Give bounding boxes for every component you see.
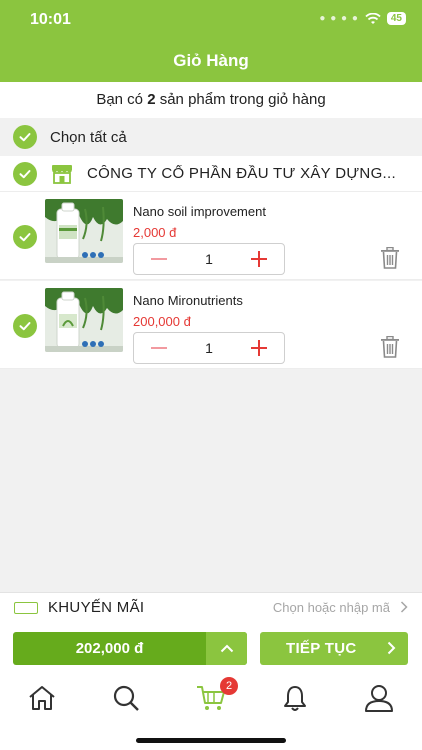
checkmark-icon (19, 169, 31, 178)
checkmark-icon (19, 233, 31, 242)
home-icon (29, 686, 55, 710)
item-name[interactable]: Nano soil improvement (133, 204, 266, 219)
promo-code-link[interactable]: Chọn hoặc nhập mã (273, 600, 390, 615)
status-bar: 10:01 ● ● ● ● 45 (0, 0, 422, 44)
minus-icon (151, 347, 167, 349)
cart-count-number: 2 (147, 91, 156, 108)
shop-header: CÔNG TY CỔ PHẦN ĐẦU TƯ XÂY DỰNG... (0, 156, 422, 192)
select-all-label: Chọn tất cả (50, 128, 127, 146)
signal-icon: ● ● ● ● (319, 13, 359, 24)
home-indicator (136, 738, 286, 743)
decrease-quantity-button[interactable] (134, 333, 184, 363)
select-all-checkbox[interactable] (13, 125, 37, 149)
checkout-bar: 202,000 đ TIẾP TỤC (0, 622, 422, 672)
quantity-value[interactable]: 1 (184, 340, 234, 356)
quantity-value[interactable]: 1 (184, 251, 234, 267)
cart-item: Nano soil improvement 2,000 đ 1 (0, 192, 422, 280)
product-image[interactable] (45, 199, 123, 263)
item-checkbox[interactable] (13, 225, 37, 249)
shop-name[interactable]: CÔNG TY CỔ PHẦN ĐẦU TƯ XÂY DỰNG... (87, 165, 403, 182)
trash-icon[interactable] (380, 247, 400, 269)
tab-notifications[interactable] (275, 682, 315, 714)
item-checkbox[interactable] (13, 314, 37, 338)
chevron-right-icon (400, 600, 408, 616)
promo-row[interactable]: KHUYẾN MÃI Chọn hoặc nhập mã (0, 592, 422, 622)
select-all-row[interactable]: Chọn tất cả (0, 118, 422, 156)
chevron-right-icon (387, 641, 396, 655)
voucher-icon (14, 601, 38, 614)
status-time: 10:01 (30, 11, 71, 28)
quantity-stepper: 1 (133, 243, 285, 275)
increase-quantity-button[interactable] (234, 333, 284, 363)
minus-icon (151, 258, 167, 260)
total-button[interactable]: 202,000 đ (13, 632, 247, 665)
cart-count-banner: Bạn có 2 sản phẩm trong giỏ hàng (0, 82, 422, 118)
bell-icon (284, 686, 306, 711)
product-image[interactable] (45, 288, 123, 352)
quantity-stepper: 1 (133, 332, 285, 364)
status-icons: ● ● ● ● 45 (319, 12, 406, 25)
tab-search[interactable] (106, 682, 146, 714)
checkmark-icon (19, 322, 31, 331)
promo-label: KHUYẾN MÃI (48, 599, 145, 616)
wifi-icon (365, 12, 381, 24)
continue-label: TIẾP TỤC (286, 640, 357, 657)
cart-count-prefix: Bạn có (96, 91, 144, 108)
cart-count-suffix: sản phẩm trong giỏ hàng (159, 91, 326, 108)
decrease-quantity-button[interactable] (134, 244, 184, 274)
item-name[interactable]: Nano Mironutrients (133, 293, 243, 308)
nav-bar: Giỏ Hàng (0, 44, 422, 82)
total-details-toggle[interactable] (206, 632, 247, 665)
search-icon (113, 685, 139, 711)
item-price: 200,000 đ (133, 314, 191, 329)
total-amount: 202,000 đ (75, 640, 144, 657)
cart-item: Nano Mironutrients 200,000 đ 1 (0, 281, 422, 369)
store-icon (51, 164, 73, 184)
cart-badge: 2 (220, 677, 238, 695)
increase-quantity-button[interactable] (234, 244, 284, 274)
continue-button[interactable]: TIẾP TỤC (260, 632, 408, 665)
trash-icon[interactable] (380, 336, 400, 358)
item-price: 2,000 đ (133, 225, 177, 240)
battery-icon: 45 (386, 12, 406, 25)
user-icon (365, 685, 393, 712)
tab-home[interactable] (22, 682, 62, 714)
shop-checkbox[interactable] (13, 161, 37, 186)
tab-profile[interactable] (359, 682, 399, 714)
checkmark-icon (19, 133, 31, 142)
page-title: Giỏ Hàng (173, 51, 249, 70)
chevron-up-icon (220, 644, 233, 653)
